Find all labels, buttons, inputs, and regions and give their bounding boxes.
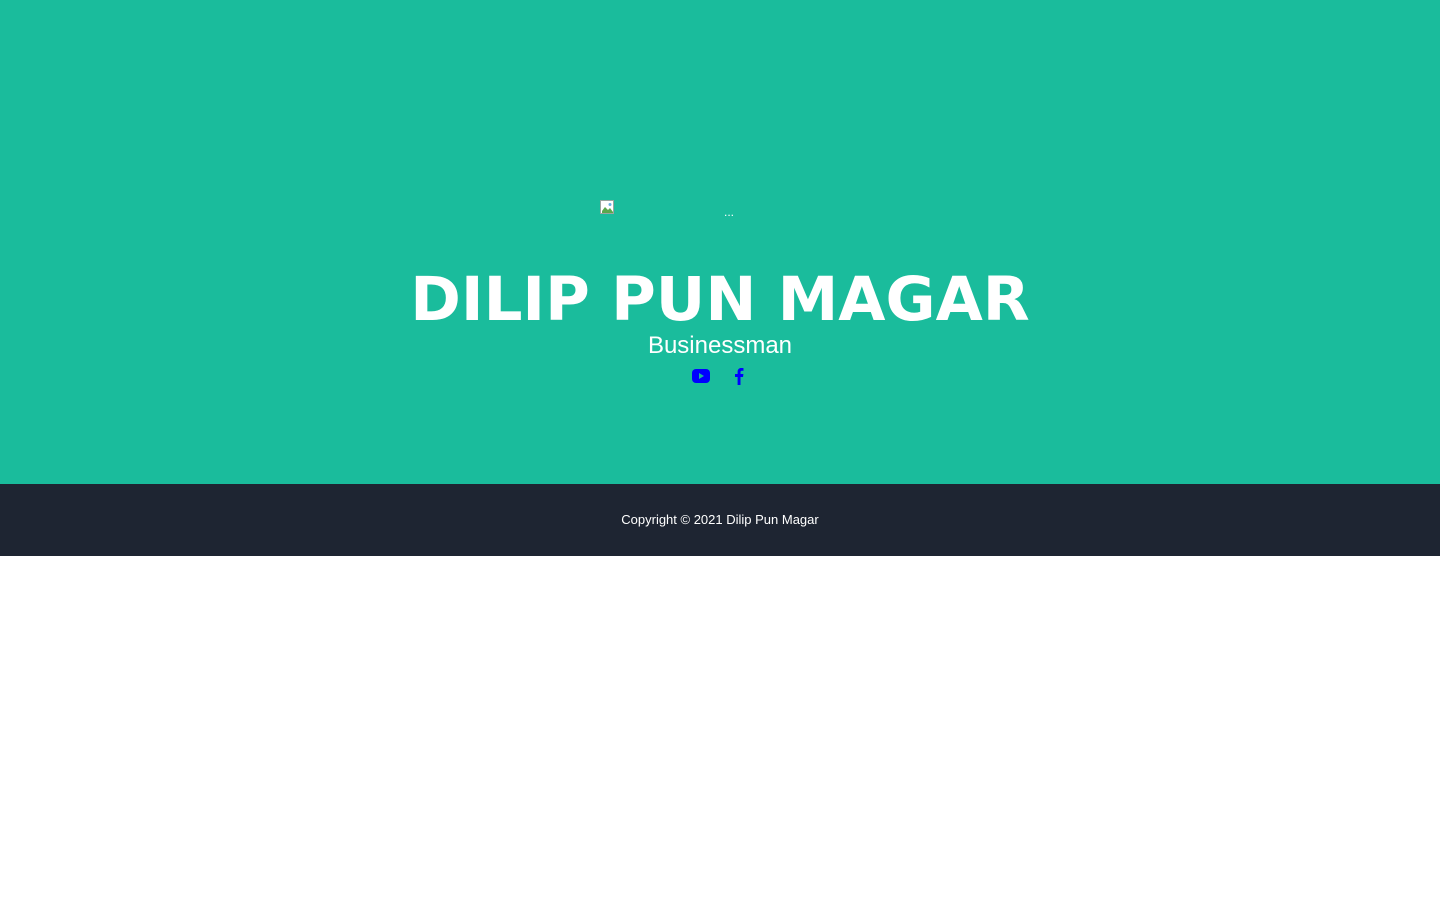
avatar: ... [600,200,840,220]
youtube-link[interactable] [692,366,710,386]
page-subtitle: Businessman [647,332,793,359]
masthead: ... DILIP PUN MAGAR Businessman [0,0,1440,484]
avatar-alt-text: ... [724,205,735,219]
social-links [0,366,1440,386]
youtube-icon [692,369,710,383]
footer: Copyright © 2021 Dilip Pun Magar [0,484,1440,556]
copyright-text: Copyright © 2021 Dilip Pun Magar [621,512,819,527]
facebook-link[interactable] [730,366,748,386]
broken-image-icon [600,200,614,214]
page-title: DILIP PUN MAGAR [410,264,1030,335]
facebook-icon [735,368,744,385]
